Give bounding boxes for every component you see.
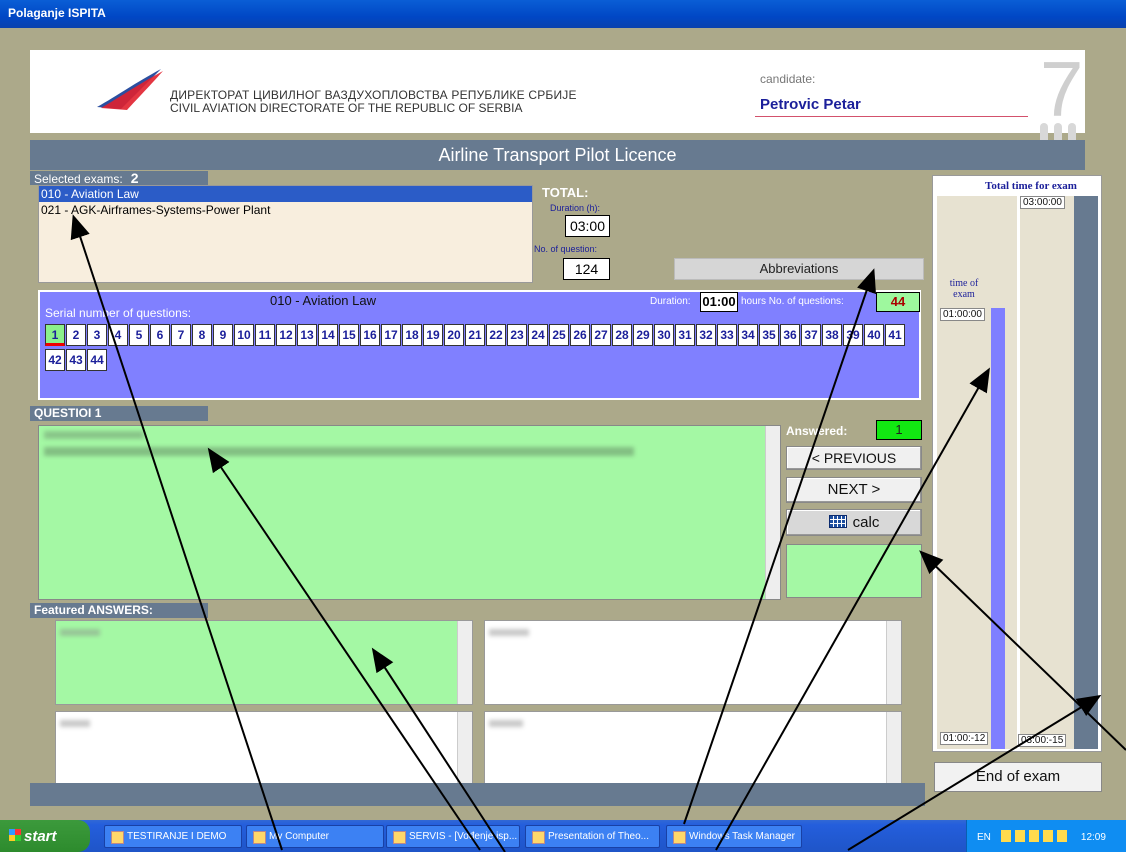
annotation-arrows	[70, 214, 1126, 852]
arrow-to-question	[207, 447, 481, 851]
arrow-to-answer	[371, 647, 506, 852]
arrow-to-status-pad	[919, 550, 1126, 751]
arrow-to-total-time	[847, 694, 1102, 851]
arrow-to-exam-list	[70, 214, 283, 851]
